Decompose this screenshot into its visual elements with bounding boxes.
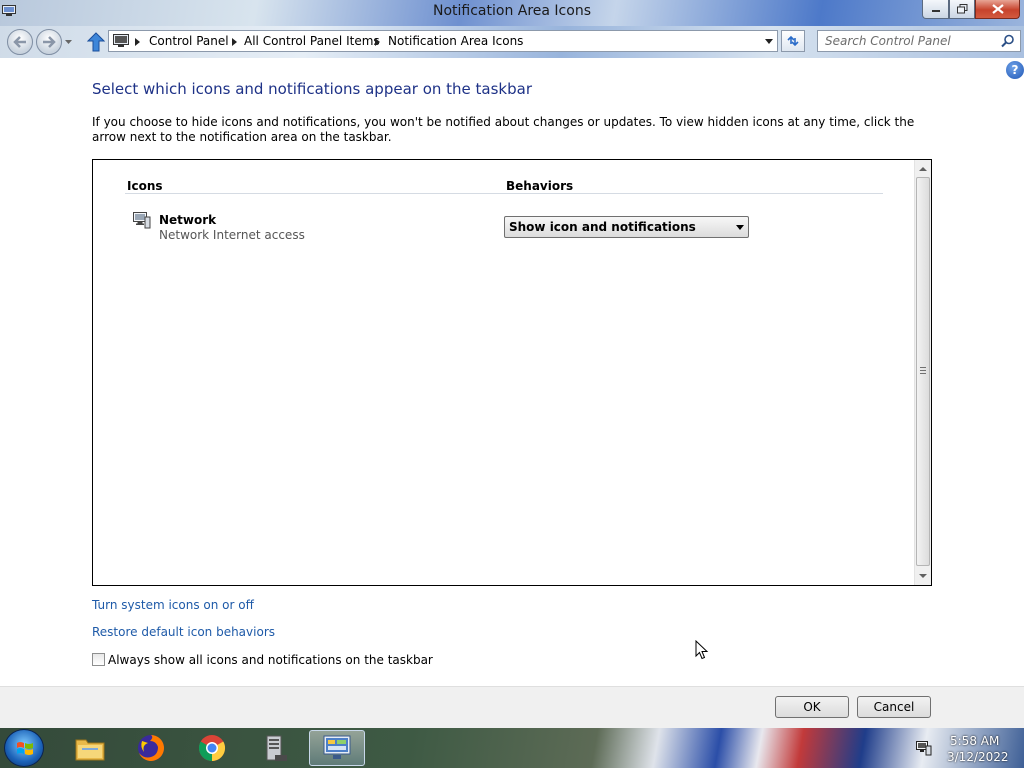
always-show-all-icons-label[interactable]: Always show all icons and notifications …	[108, 653, 433, 667]
network-icon	[133, 212, 151, 229]
forward-button[interactable]	[36, 29, 62, 55]
taskbar: 5:58 AM 3/12/2022	[0, 728, 1024, 768]
taskbar-control-panel[interactable]	[309, 730, 365, 766]
restore-default-behaviors-link[interactable]: Restore default icon behaviors	[92, 625, 275, 639]
restore-button[interactable]	[949, 0, 975, 19]
back-button[interactable]	[7, 29, 33, 55]
restore-icon	[956, 4, 967, 14]
chevron-down-icon	[736, 225, 744, 230]
server-manager-icon	[266, 735, 287, 761]
close-button[interactable]	[975, 0, 1020, 19]
cancel-button[interactable]: Cancel	[857, 696, 931, 718]
notification-icons-list[interactable]: Icons Behaviors Network Network Internet…	[92, 159, 932, 586]
recent-pages-dropdown-icon[interactable]	[64, 38, 73, 46]
address-bar[interactable]: Control Panel All Control Panel Items No…	[108, 30, 778, 52]
navigation-bar: Control Panel All Control Panel Items No…	[0, 26, 1024, 58]
column-header-behaviors: Behaviors	[506, 179, 574, 193]
taskbar-chrome[interactable]	[184, 730, 240, 766]
taskbar-server-manager[interactable]	[246, 730, 302, 766]
file-explorer-icon	[75, 739, 105, 761]
forward-arrow-icon	[43, 36, 56, 48]
minimize-icon	[931, 10, 940, 12]
address-dropdown-icon[interactable]	[765, 39, 773, 44]
firefox-icon	[138, 735, 164, 761]
mouse-cursor-icon	[695, 640, 709, 660]
help-icon[interactable]: ?	[1006, 61, 1024, 79]
search-box[interactable]	[817, 30, 1021, 52]
up-arrow-icon[interactable]	[87, 32, 105, 52]
header-divider	[125, 193, 883, 194]
scroll-down-arrow-icon[interactable]	[919, 574, 927, 578]
network-behavior-select[interactable]: Show icon and notifications	[504, 216, 749, 238]
breadcrumb-notification-area-icons[interactable]: Notification Area Icons	[388, 34, 523, 48]
row-network-name: Network	[159, 213, 217, 227]
breadcrumb-separator-icon[interactable]	[375, 38, 380, 46]
control-panel-icon	[113, 34, 129, 47]
vertical-scrollbar[interactable]	[914, 160, 931, 585]
title-bar[interactable]: Notification Area Icons	[0, 0, 1024, 26]
window-title: Notification Area Icons	[432, 3, 591, 19]
chrome-icon	[198, 735, 226, 762]
start-button[interactable]	[4, 729, 44, 767]
page-title: Select which icons and notifications app…	[92, 80, 532, 98]
column-header-icons: Icons	[127, 179, 163, 193]
control-panel-icon	[323, 735, 351, 759]
turn-system-icons-link[interactable]: Turn system icons on or off	[92, 598, 254, 612]
refresh-icon	[787, 35, 799, 47]
scrollbar-thumb[interactable]	[916, 177, 930, 566]
row-network-subtitle: Network Internet access	[159, 228, 305, 242]
page-description: If you choose to hide icons and notifica…	[92, 115, 915, 144]
breadcrumb-separator-icon[interactable]	[232, 38, 237, 46]
taskbar-file-explorer[interactable]	[62, 730, 118, 766]
minimize-button[interactable]	[922, 0, 949, 19]
ok-button[interactable]: OK	[775, 696, 849, 718]
always-show-all-icons-checkbox[interactable]	[92, 653, 105, 666]
refresh-button[interactable]	[781, 30, 805, 52]
scroll-up-arrow-icon[interactable]	[919, 167, 927, 171]
network-tray-icon[interactable]	[916, 740, 932, 756]
breadcrumb-separator-icon[interactable]	[135, 38, 140, 46]
search-icon[interactable]	[1001, 34, 1015, 48]
back-arrow-icon	[13, 36, 26, 48]
clock-time[interactable]: 5:58 AM	[950, 734, 999, 748]
search-input[interactable]	[818, 31, 998, 51]
dialog-footer: OK Cancel	[0, 686, 1024, 728]
clock-date[interactable]: 3/12/2022	[947, 750, 1009, 764]
scrollbar-grip-icon	[920, 367, 926, 374]
breadcrumb-control-panel[interactable]: Control Panel	[149, 34, 229, 48]
windows-logo-icon	[17, 742, 33, 755]
breadcrumb-all-control-panel-items[interactable]: All Control Panel Items	[244, 34, 380, 48]
close-icon	[991, 4, 1004, 14]
network-behavior-value: Show icon and notifications	[509, 220, 696, 234]
taskbar-firefox[interactable]	[123, 730, 179, 766]
